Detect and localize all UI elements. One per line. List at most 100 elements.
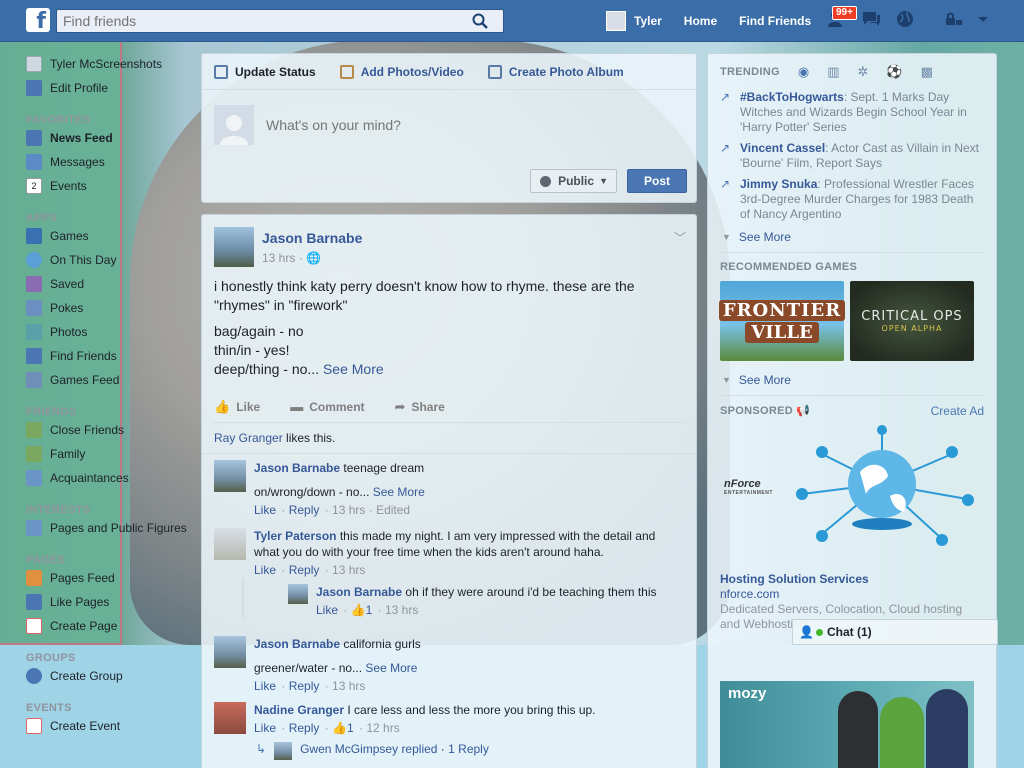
comment-author[interactable]: Tyler Paterson <box>254 529 336 543</box>
comment-like-count[interactable]: 👍1 <box>332 721 354 735</box>
sidebar-item-messages[interactable]: Messages <box>26 150 196 174</box>
sidebar-item-saved[interactable]: Saved <box>26 272 196 296</box>
science-tech-icon[interactable]: ✲ <box>857 64 868 80</box>
post-timestamp[interactable]: 13 hrs · 🌐 <box>262 251 362 265</box>
avatar[interactable] <box>214 528 246 560</box>
globe-icon[interactable] <box>894 8 916 30</box>
share-button[interactable]: ➦ Share <box>395 399 445 415</box>
avatar[interactable] <box>288 584 308 604</box>
avatar[interactable] <box>606 11 626 31</box>
comment-timestamp[interactable]: 13 hrs <box>332 563 365 577</box>
replies-summary[interactable]: ↳ Gwen McGimpsey replied · 1 Reply <box>202 736 696 760</box>
sidebar-item-edit-profile[interactable]: Edit Profile <box>26 76 196 100</box>
like-button[interactable]: 👍 Like <box>214 399 260 415</box>
sidebar-item-find-friends[interactable]: Find Friends <box>26 344 196 368</box>
account-menu-chevron-icon[interactable] <box>976 8 990 30</box>
see-more-link[interactable]: See More <box>365 661 417 675</box>
avatar[interactable] <box>214 460 246 492</box>
reply-author[interactable]: Gwen McGimpsey <box>300 742 398 760</box>
sidebar-item-photos[interactable]: Photos <box>26 320 196 344</box>
avatar[interactable] <box>214 636 246 668</box>
trend-title[interactable]: #BackToHogwarts <box>740 90 844 104</box>
see-more-link[interactable]: See More <box>323 361 384 377</box>
search-input[interactable] <box>57 10 457 32</box>
comment-timestamp[interactable]: 12 hrs <box>366 721 399 735</box>
sidebar-item-events[interactable]: 2 Events <box>26 174 196 198</box>
game-tile-critical-ops[interactable]: CRITICAL OPS OPEN ALPHA <box>850 281 974 361</box>
sidebar-item-profile[interactable]: Tyler McScreenshots <box>26 52 196 76</box>
comment-like-link[interactable]: Like <box>316 603 338 617</box>
sidebar-item-on-this-day[interactable]: On This Day <box>26 248 196 272</box>
nav-home-link[interactable]: Home <box>684 14 717 28</box>
comment-like-link[interactable]: Like <box>254 721 276 735</box>
comment-author[interactable]: Nadine Granger <box>254 703 344 717</box>
comment-author[interactable]: Jason Barnabe <box>254 461 340 475</box>
sidebar-item-acquaintances[interactable]: Acquaintances <box>26 466 196 490</box>
sidebar-item-create-event[interactable]: Create Event <box>26 714 196 738</box>
sidebar-item-pages-feed[interactable]: Pages Feed <box>26 566 196 590</box>
sidebar-item-like-pages[interactable]: Like Pages <box>26 590 196 614</box>
sidebar-item-pages-public-figures[interactable]: Pages and Public Figures <box>26 516 196 540</box>
avatar[interactable] <box>214 702 246 734</box>
ad-image-mozy[interactable]: mozy <box>720 681 974 768</box>
sidebar-item-games[interactable]: Games <box>26 224 196 248</box>
create-ad-link[interactable]: Create Ad <box>931 404 984 418</box>
status-input[interactable] <box>266 117 666 133</box>
comment-author[interactable]: Jason Barnabe <box>254 637 340 651</box>
sports-icon[interactable]: ⚽ <box>886 64 902 80</box>
sidebar-item-news-feed[interactable]: News Feed <box>26 126 196 150</box>
avatar[interactable] <box>214 227 254 267</box>
games-see-more[interactable]: ▼ See More <box>708 373 996 387</box>
comment-reply-link[interactable]: Reply <box>289 679 320 693</box>
comment-reply-link[interactable]: Reply <box>289 563 320 577</box>
sidebar-item-create-group[interactable]: Create Group <box>26 664 196 688</box>
trending-see-more[interactable]: ▼ See More <box>708 230 996 244</box>
messages-icon[interactable] <box>860 8 882 30</box>
trend-title[interactable]: Vincent Cassel <box>740 141 825 155</box>
liker-link[interactable]: Ray Granger <box>214 431 283 445</box>
comment-reply-link[interactable]: Reply <box>289 721 320 735</box>
see-more-link[interactable]: See More <box>373 485 425 499</box>
trend-title[interactable]: Jimmy Snuka <box>740 177 817 191</box>
reply-count[interactable]: 1 Reply <box>448 742 489 760</box>
search-box[interactable] <box>56 9 504 33</box>
ad-title[interactable]: Hosting Solution Services <box>720 572 984 586</box>
comment-author[interactable]: Jason Barnabe <box>316 585 402 599</box>
trending-item[interactable]: ↗ #BackToHogwarts: Sept. 1 Marks Day Witc… <box>708 90 996 135</box>
comment-like-link[interactable]: Like <box>254 679 276 693</box>
tab-update-status[interactable]: Update Status <box>214 64 316 79</box>
post-author[interactable]: Jason Barnabe <box>262 230 362 246</box>
comment-like-count[interactable]: 👍1 <box>351 603 373 617</box>
privacy-shortcuts-icon[interactable] <box>942 8 964 30</box>
game-tile-frontierville[interactable]: FRONTIER VILLE <box>718 281 846 361</box>
comment-like-link[interactable]: Like <box>254 503 276 517</box>
post-button[interactable]: Post <box>627 169 687 193</box>
edited-label[interactable]: Edited <box>376 503 410 517</box>
trending-item[interactable]: ↗ Jimmy Snuka: Professional Wrestler Face… <box>708 177 996 222</box>
sidebar-item-pokes[interactable]: Pokes <box>26 296 196 320</box>
tab-create-photo-album[interactable]: Create Photo Album <box>487 64 624 79</box>
sidebar-item-games-feed[interactable]: Games Feed <box>26 368 196 392</box>
nav-find-friends-link[interactable]: Find Friends <box>739 14 811 28</box>
comment-timestamp[interactable]: 13 hrs <box>385 603 418 617</box>
tab-add-photos-video[interactable]: Add Photos/Video <box>339 64 464 79</box>
nav-profile-link[interactable]: Tyler <box>634 14 662 28</box>
search-button[interactable] <box>457 10 503 32</box>
comment-reply-link[interactable]: Reply <box>289 503 320 517</box>
entertainment-icon[interactable]: ▩ <box>921 64 933 80</box>
post-options-chevron-icon[interactable]: ﹀ <box>674 229 686 246</box>
comment-like-link[interactable]: Like <box>254 563 276 577</box>
politics-icon[interactable]: ▥ <box>827 64 839 80</box>
comment-timestamp[interactable]: 13 hrs <box>332 679 365 693</box>
trending-item[interactable]: ↗ Vincent Cassel: Actor Cast as Villain i… <box>708 141 996 171</box>
comment-button[interactable]: ▬ Comment <box>290 399 364 414</box>
trending-top-icon[interactable]: ◉ <box>798 64 809 80</box>
chat-tab[interactable]: 👤 Chat (1) <box>792 619 998 645</box>
sidebar-item-create-page[interactable]: Create Page <box>26 614 196 638</box>
sidebar-item-family[interactable]: Family <box>26 442 196 466</box>
ad-image[interactable]: nForce ENTERTAINMENT <box>720 424 984 564</box>
privacy-selector[interactable]: Public ▼ <box>530 169 617 193</box>
facebook-logo[interactable]: f <box>26 8 50 32</box>
comment-timestamp[interactable]: 13 hrs <box>332 503 365 517</box>
sidebar-item-close-friends[interactable]: Close Friends <box>26 418 196 442</box>
